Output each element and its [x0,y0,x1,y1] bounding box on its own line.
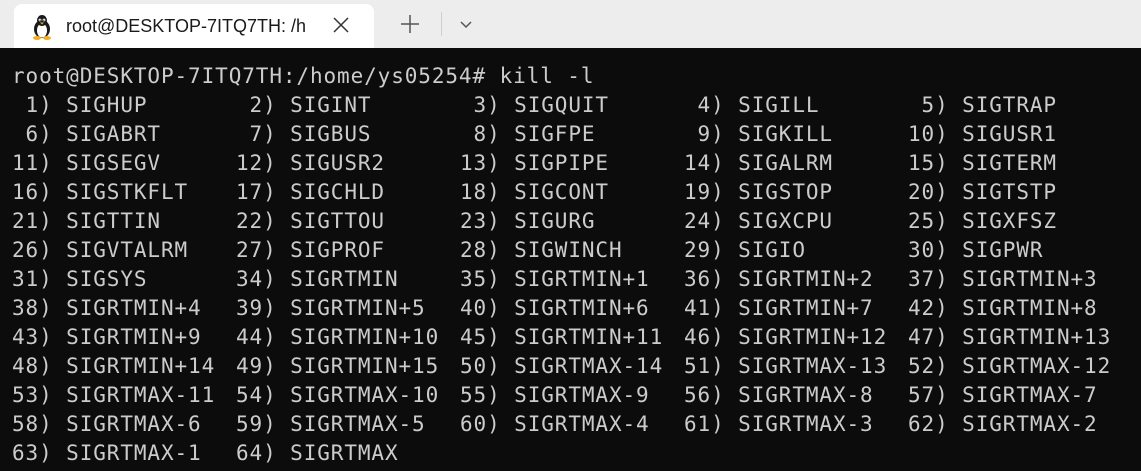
signal-entry: 12) SIGUSR2 [236,151,385,175]
signal-row: 53) SIGRTMAX-11 54) SIGRTMAX-10 55) SIGRTM… [12,381,1141,410]
signal-entry: 11) SIGSEGV [12,151,161,175]
signal-row: 63) SIGRTMAX-1 64) SIGRTMAX [12,439,1141,468]
signal-entry: 29) SIGIO [684,238,806,262]
signal-entry: 14) SIGALRM [684,151,833,175]
signal-entry: 63) SIGRTMAX-1 [12,441,202,465]
plus-icon[interactable] [398,12,422,36]
signal-entry: 52) SIGRTMAX-12 [908,354,1112,378]
signal-entry: 39) SIGRTMIN+5 [236,296,426,320]
tab-bar: root@DESKTOP-7ITQ7TH: /h [0,0,1141,48]
terminal-output[interactable]: root@DESKTOP-7ITQ7TH:/home/ys05254# kill… [0,48,1141,471]
tab-divider [441,12,442,36]
signal-entry: 59) SIGRTMAX-5 [236,412,426,436]
signal-entry: 53) SIGRTMAX-11 [12,383,216,407]
command-text: kill -l [499,64,595,88]
signal-entry: 26) SIGVTALRM [12,238,189,262]
signal-entry: 13) SIGPIPE [460,151,609,175]
signal-entry: 5) SIGTRAP [908,93,1057,117]
signal-entry: 38) SIGRTMIN+4 [12,296,202,320]
prompt: root@DESKTOP-7ITQ7TH:/home/ys05254# [12,64,487,88]
signal-row: 26) SIGVTALRM 27) SIGPROF 28) SIGWINCH 29) … [12,236,1141,265]
signal-entry: 36) SIGRTMIN+2 [684,267,874,291]
signal-entry: 25) SIGXFSZ [908,209,1057,233]
signal-entry: 4) SIGILL [684,93,820,117]
signal-entry: 15) SIGTERM [908,151,1057,175]
signal-entry: 43) SIGRTMIN+9 [12,325,202,349]
signal-entry: 10) SIGUSR1 [908,122,1057,146]
command-line: root@DESKTOP-7ITQ7TH:/home/ys05254# kill… [12,62,1141,91]
signal-entry: 31) SIGSYS [12,267,148,291]
signal-entry: 54) SIGRTMAX-10 [236,383,440,407]
signal-entry: 28) SIGWINCH [460,238,623,262]
signal-entry: 9) SIGKILL [684,122,833,146]
signal-row: 38) SIGRTMIN+4 39) SIGRTMIN+5 40) SIGRTMIN… [12,294,1141,323]
signal-entry: 42) SIGRTMIN+8 [908,296,1098,320]
signal-entry: 61) SIGRTMAX-3 [684,412,874,436]
terminal-window: root@DESKTOP-7ITQ7TH: /h root@DESKTOP-7I… [0,0,1141,471]
signal-row: 58) SIGRTMAX-6 59) SIGRTMAX-5 60) SIGRTMAX… [12,410,1141,439]
signal-entry: 23) SIGURG [460,209,596,233]
close-icon[interactable] [330,14,352,36]
tab-title: root@DESKTOP-7ITQ7TH: /h [66,16,307,36]
signal-entry: 40) SIGRTMIN+6 [460,296,650,320]
signal-row: 48) SIGRTMIN+14 49) SIGRTMIN+15 50) SIGRTM… [12,352,1141,381]
signal-entry: 19) SIGSTOP [684,180,833,204]
signal-entry: 16) SIGSTKFLT [12,180,189,204]
signal-entry: 30) SIGPWR [908,238,1044,262]
signal-entry: 44) SIGRTMIN+10 [236,325,440,349]
signal-entry: 20) SIGTSTP [908,180,1057,204]
signal-entry: 46) SIGRTMIN+12 [684,325,888,349]
signal-entry: 62) SIGRTMAX-2 [908,412,1098,436]
signal-entry: 49) SIGRTMIN+15 [236,354,440,378]
signal-entry: 51) SIGRTMAX-13 [684,354,888,378]
signal-row: 11) SIGSEGV 12) SIGUSR2 13) SIGPIPE 14) SIG… [12,149,1141,178]
signal-entry: 55) SIGRTMAX-9 [460,383,650,407]
signal-row: 16) SIGSTKFLT 17) SIGCHLD 18) SIGCONT 19) S… [12,178,1141,207]
signal-entry: 27) SIGPROF [236,238,385,262]
signal-row: 1) SIGHUP 2) SIGINT 3) SIGQUIT 4) SIGILL… [12,91,1141,120]
signal-entry: 56) SIGRTMAX-8 [684,383,874,407]
signal-entry: 41) SIGRTMIN+7 [684,296,874,320]
chevron-down-icon[interactable] [456,14,476,34]
signal-entry: 21) SIGTTIN [12,209,161,233]
signal-row: 21) SIGTTIN 22) SIGTTOU 23) SIGURG 24) SIGX… [12,207,1141,236]
signal-entry: 48) SIGRTMIN+14 [12,354,216,378]
signal-entry: 35) SIGRTMIN+1 [460,267,650,291]
signal-entry: 50) SIGRTMAX-14 [460,354,664,378]
signal-entry: 3) SIGQUIT [460,93,609,117]
linux-penguin-icon [30,14,54,40]
signal-entry: 17) SIGCHLD [236,180,385,204]
signal-entry: 7) SIGBUS [236,122,372,146]
signal-entry: 22) SIGTTOU [236,209,385,233]
signal-entry: 64) SIGRTMAX [236,441,399,465]
signal-row: 43) SIGRTMIN+9 44) SIGRTMIN+10 45) SIGRTMI… [12,323,1141,352]
signal-entry: 8) SIGFPE [460,122,596,146]
signal-entry: 18) SIGCONT [460,180,609,204]
signal-entry: 47) SIGRTMIN+13 [908,325,1112,349]
signal-list: 1) SIGHUP 2) SIGINT 3) SIGQUIT 4) SIGILL… [12,91,1141,468]
signal-entry: 60) SIGRTMAX-4 [460,412,650,436]
signal-entry: 45) SIGRTMIN+11 [460,325,664,349]
signal-entry: 24) SIGXCPU [684,209,833,233]
signal-entry: 57) SIGRTMAX-7 [908,383,1098,407]
signal-row: 31) SIGSYS 34) SIGRTMIN 35) SIGRTMIN+1 36) … [12,265,1141,294]
signal-entry: 37) SIGRTMIN+3 [908,267,1098,291]
signal-entry: 58) SIGRTMAX-6 [12,412,202,436]
signal-row: 6) SIGABRT 7) SIGBUS 8) SIGFPE 9) SIGKIL… [12,120,1141,149]
signal-entry: 34) SIGRTMIN [236,267,399,291]
signal-entry: 2) SIGINT [236,93,372,117]
signal-entry: 1) SIGHUP [12,93,148,117]
signal-entry: 6) SIGABRT [12,122,161,146]
terminal-tab[interactable]: root@DESKTOP-7ITQ7TH: /h [14,4,374,48]
